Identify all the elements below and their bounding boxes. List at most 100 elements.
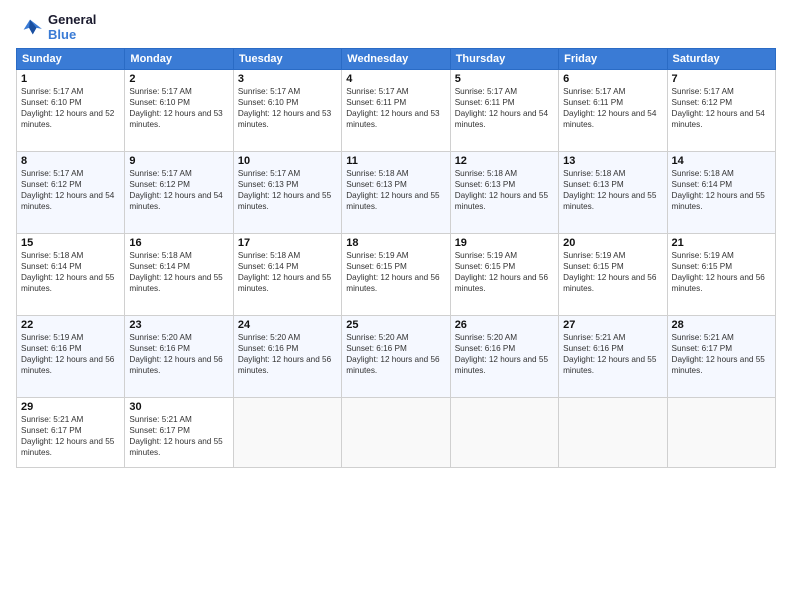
day-info: Sunrise: 5:17 AM Sunset: 6:11 PM Dayligh… [563,86,662,130]
day-number: 26 [455,319,554,331]
day-number: 15 [21,237,120,249]
day-info: Sunrise: 5:21 AM Sunset: 6:17 PM Dayligh… [129,414,228,458]
day-number: 29 [21,401,120,413]
calendar-cell: 1 Sunrise: 5:17 AM Sunset: 6:10 PM Dayli… [17,70,125,152]
day-info: Sunrise: 5:20 AM Sunset: 6:16 PM Dayligh… [129,332,228,376]
day-info: Sunrise: 5:18 AM Sunset: 6:13 PM Dayligh… [563,168,662,212]
page: General Blue Sunday Monday Tuesday Wedne… [0,0,792,612]
calendar-cell: 16 Sunrise: 5:18 AM Sunset: 6:14 PM Dayl… [125,234,233,316]
logo-icon [16,16,44,38]
calendar-cell: 26 Sunrise: 5:20 AM Sunset: 6:16 PM Dayl… [450,316,558,398]
day-number: 1 [21,73,120,85]
col-tuesday: Tuesday [233,49,341,70]
day-number: 9 [129,155,228,167]
day-info: Sunrise: 5:21 AM Sunset: 6:16 PM Dayligh… [563,332,662,376]
calendar-cell: 4 Sunrise: 5:17 AM Sunset: 6:11 PM Dayli… [342,70,450,152]
calendar-cell: 6 Sunrise: 5:17 AM Sunset: 6:11 PM Dayli… [559,70,667,152]
day-info: Sunrise: 5:19 AM Sunset: 6:15 PM Dayligh… [563,250,662,294]
calendar-cell: 9 Sunrise: 5:17 AM Sunset: 6:12 PM Dayli… [125,152,233,234]
day-number: 10 [238,155,337,167]
day-info: Sunrise: 5:21 AM Sunset: 6:17 PM Dayligh… [672,332,771,376]
day-info: Sunrise: 5:18 AM Sunset: 6:14 PM Dayligh… [238,250,337,294]
calendar-cell: 23 Sunrise: 5:20 AM Sunset: 6:16 PM Dayl… [125,316,233,398]
day-info: Sunrise: 5:17 AM Sunset: 6:12 PM Dayligh… [672,86,771,130]
day-number: 25 [346,319,445,331]
calendar-cell: 25 Sunrise: 5:20 AM Sunset: 6:16 PM Dayl… [342,316,450,398]
day-number: 3 [238,73,337,85]
day-number: 21 [672,237,771,249]
day-number: 19 [455,237,554,249]
day-number: 7 [672,73,771,85]
calendar-cell: 28 Sunrise: 5:21 AM Sunset: 6:17 PM Dayl… [667,316,775,398]
calendar-cell: 11 Sunrise: 5:18 AM Sunset: 6:13 PM Dayl… [342,152,450,234]
col-wednesday: Wednesday [342,49,450,70]
logo-text: General Blue [48,12,96,42]
day-number: 27 [563,319,662,331]
calendar-cell: 12 Sunrise: 5:18 AM Sunset: 6:13 PM Dayl… [450,152,558,234]
day-info: Sunrise: 5:17 AM Sunset: 6:10 PM Dayligh… [238,86,337,130]
day-number: 16 [129,237,228,249]
day-number: 8 [21,155,120,167]
day-number: 4 [346,73,445,85]
day-info: Sunrise: 5:21 AM Sunset: 6:17 PM Dayligh… [21,414,120,458]
calendar-cell [667,398,775,468]
day-number: 30 [129,401,228,413]
day-number: 5 [455,73,554,85]
calendar-cell: 3 Sunrise: 5:17 AM Sunset: 6:10 PM Dayli… [233,70,341,152]
calendar-cell: 24 Sunrise: 5:20 AM Sunset: 6:16 PM Dayl… [233,316,341,398]
day-info: Sunrise: 5:17 AM Sunset: 6:11 PM Dayligh… [455,86,554,130]
day-number: 20 [563,237,662,249]
day-number: 18 [346,237,445,249]
day-info: Sunrise: 5:18 AM Sunset: 6:14 PM Dayligh… [672,168,771,212]
calendar-cell: 27 Sunrise: 5:21 AM Sunset: 6:16 PM Dayl… [559,316,667,398]
day-info: Sunrise: 5:17 AM Sunset: 6:11 PM Dayligh… [346,86,445,130]
calendar-cell: 15 Sunrise: 5:18 AM Sunset: 6:14 PM Dayl… [17,234,125,316]
day-number: 28 [672,319,771,331]
day-info: Sunrise: 5:17 AM Sunset: 6:10 PM Dayligh… [21,86,120,130]
calendar-cell: 18 Sunrise: 5:19 AM Sunset: 6:15 PM Dayl… [342,234,450,316]
day-info: Sunrise: 5:17 AM Sunset: 6:12 PM Dayligh… [129,168,228,212]
logo: General Blue [16,12,96,42]
day-info: Sunrise: 5:18 AM Sunset: 6:14 PM Dayligh… [21,250,120,294]
calendar-cell: 20 Sunrise: 5:19 AM Sunset: 6:15 PM Dayl… [559,234,667,316]
calendar-cell: 21 Sunrise: 5:19 AM Sunset: 6:15 PM Dayl… [667,234,775,316]
calendar-cell: 22 Sunrise: 5:19 AM Sunset: 6:16 PM Dayl… [17,316,125,398]
col-monday: Monday [125,49,233,70]
day-info: Sunrise: 5:18 AM Sunset: 6:14 PM Dayligh… [129,250,228,294]
day-number: 24 [238,319,337,331]
calendar-cell: 29 Sunrise: 5:21 AM Sunset: 6:17 PM Dayl… [17,398,125,468]
calendar-cell [342,398,450,468]
day-number: 6 [563,73,662,85]
day-info: Sunrise: 5:20 AM Sunset: 6:16 PM Dayligh… [238,332,337,376]
day-info: Sunrise: 5:19 AM Sunset: 6:15 PM Dayligh… [455,250,554,294]
day-info: Sunrise: 5:17 AM Sunset: 6:13 PM Dayligh… [238,168,337,212]
day-info: Sunrise: 5:19 AM Sunset: 6:16 PM Dayligh… [21,332,120,376]
calendar-cell: 13 Sunrise: 5:18 AM Sunset: 6:13 PM Dayl… [559,152,667,234]
calendar-cell: 7 Sunrise: 5:17 AM Sunset: 6:12 PM Dayli… [667,70,775,152]
calendar-header-row: Sunday Monday Tuesday Wednesday Thursday… [17,49,776,70]
calendar-table: Sunday Monday Tuesday Wednesday Thursday… [16,48,776,468]
day-number: 14 [672,155,771,167]
col-sunday: Sunday [17,49,125,70]
day-number: 13 [563,155,662,167]
day-number: 22 [21,319,120,331]
header: General Blue [16,12,776,42]
day-number: 11 [346,155,445,167]
day-info: Sunrise: 5:19 AM Sunset: 6:15 PM Dayligh… [672,250,771,294]
day-number: 12 [455,155,554,167]
calendar-cell [450,398,558,468]
day-info: Sunrise: 5:19 AM Sunset: 6:15 PM Dayligh… [346,250,445,294]
col-friday: Friday [559,49,667,70]
calendar-cell [233,398,341,468]
day-info: Sunrise: 5:18 AM Sunset: 6:13 PM Dayligh… [455,168,554,212]
day-info: Sunrise: 5:18 AM Sunset: 6:13 PM Dayligh… [346,168,445,212]
calendar-cell: 10 Sunrise: 5:17 AM Sunset: 6:13 PM Dayl… [233,152,341,234]
calendar-cell: 17 Sunrise: 5:18 AM Sunset: 6:14 PM Dayl… [233,234,341,316]
day-info: Sunrise: 5:17 AM Sunset: 6:10 PM Dayligh… [129,86,228,130]
day-number: 17 [238,237,337,249]
col-saturday: Saturday [667,49,775,70]
calendar-cell: 5 Sunrise: 5:17 AM Sunset: 6:11 PM Dayli… [450,70,558,152]
day-info: Sunrise: 5:20 AM Sunset: 6:16 PM Dayligh… [455,332,554,376]
col-thursday: Thursday [450,49,558,70]
day-info: Sunrise: 5:20 AM Sunset: 6:16 PM Dayligh… [346,332,445,376]
